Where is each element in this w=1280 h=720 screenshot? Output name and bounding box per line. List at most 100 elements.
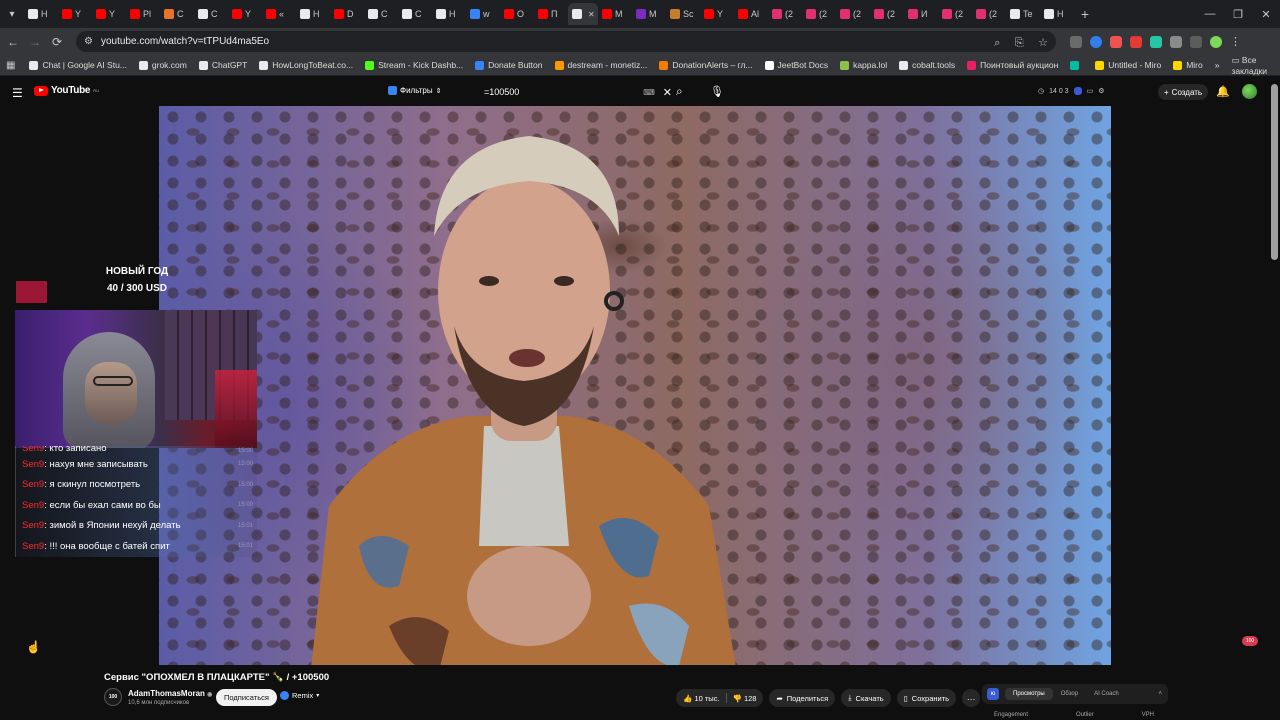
- account-avatar[interactable]: [1242, 84, 1257, 99]
- page-scrollbar[interactable]: [1271, 84, 1278, 260]
- close-tab-icon[interactable]: ✕: [588, 10, 595, 19]
- menu-hamburger-icon[interactable]: ☰: [12, 86, 23, 100]
- panel-tab-overview[interactable]: Обзор: [1053, 688, 1086, 700]
- new-tab-button[interactable]: +: [1074, 6, 1096, 22]
- bookmark-item[interactable]: DonationAlerts – гл...: [659, 60, 753, 70]
- browser-tab[interactable]: Al: [734, 3, 768, 25]
- sidebar-icon[interactable]: [1190, 35, 1202, 48]
- browser-tab[interactable]: (2: [768, 3, 802, 25]
- bookmark-item[interactable]: kappa.lol: [840, 60, 887, 70]
- bookmark-item[interactable]: Miro: [1173, 60, 1203, 70]
- channel-avatar[interactable]: 100: [104, 688, 122, 706]
- extension-icon[interactable]: [1090, 35, 1102, 48]
- close-window-button[interactable]: ✕: [1252, 8, 1280, 21]
- browser-tab[interactable]: H: [432, 3, 466, 25]
- browser-tab[interactable]: w: [466, 3, 500, 25]
- download-button[interactable]: ⤓ Скачать: [841, 689, 891, 707]
- bookmark-item[interactable]: Stream - Kick Dashb...: [365, 60, 463, 70]
- browser-tab[interactable]: C: [194, 3, 228, 25]
- bookmark-item[interactable]: grok.com: [138, 60, 187, 70]
- browser-tab[interactable]: M: [632, 3, 666, 25]
- browser-tab[interactable]: C: [398, 3, 432, 25]
- browser-tab[interactable]: H: [296, 3, 330, 25]
- browser-tab[interactable]: O: [500, 3, 534, 25]
- extension-icon[interactable]: [1110, 35, 1122, 48]
- extension-stats[interactable]: ◷ 14 0 3 ▭ ⚙: [1038, 87, 1104, 95]
- bookmark-item[interactable]: JeetBot Docs: [764, 60, 828, 70]
- extensions-puzzle-icon[interactable]: [1170, 35, 1182, 48]
- panel-tab-ai-coach[interactable]: AI Coach: [1086, 688, 1127, 700]
- extension-icon[interactable]: [1070, 35, 1082, 48]
- tab-search-icon[interactable]: ▾: [0, 3, 24, 25]
- browser-tab[interactable]: (2: [836, 3, 870, 25]
- bookmark-item[interactable]: [1070, 60, 1083, 70]
- url-text[interactable]: youtube.com/watch?v=tTPUd4ma5Eo: [101, 36, 976, 47]
- clear-search-icon[interactable]: ✕: [663, 86, 672, 99]
- video-player[interactable]: [159, 106, 1111, 665]
- bookmark-star-icon[interactable]: ☆: [1038, 37, 1048, 49]
- bookmark-item[interactable]: cobalt.tools: [899, 60, 955, 70]
- browser-tab[interactable]: M: [598, 3, 632, 25]
- subtab-outlier[interactable]: Outlier: [1076, 712, 1094, 718]
- browser-tab[interactable]: Pl: [126, 3, 160, 25]
- browser-tab[interactable]: H: [24, 3, 58, 25]
- browser-tab[interactable]: D: [330, 3, 364, 25]
- profile-avatar[interactable]: [1210, 35, 1222, 48]
- notifications-bell-icon[interactable]: 🔔: [1216, 85, 1230, 98]
- subtab-vph[interactable]: VPH: [1142, 712, 1154, 718]
- filters-button[interactable]: Фильтры ⇕: [388, 86, 442, 95]
- browser-tab[interactable]: Y: [228, 3, 262, 25]
- cast-icon[interactable]: ▭: [1087, 87, 1094, 95]
- browser-tab[interactable]: (2: [870, 3, 904, 25]
- remix-button[interactable]: Remix ▾: [280, 691, 319, 700]
- search-icon[interactable]: ⌕: [676, 84, 683, 99]
- browser-tab[interactable]: Y: [58, 3, 92, 25]
- forward-button[interactable]: →: [24, 35, 46, 49]
- browser-tab[interactable]: «: [262, 3, 296, 25]
- zoom-icon[interactable]: ⌕: [994, 37, 1000, 49]
- reload-button[interactable]: ⟳: [46, 35, 68, 49]
- browser-tab[interactable]: Y: [700, 3, 734, 25]
- bookmark-item[interactable]: Chat | Google AI Stu...: [29, 60, 127, 70]
- bookmark-item[interactable]: destream - monetiz...: [554, 60, 647, 70]
- browser-tab[interactable]: C: [364, 3, 398, 25]
- keyboard-icon[interactable]: ⌨: [643, 88, 655, 97]
- more-actions-button[interactable]: …: [962, 689, 981, 707]
- bookmark-item[interactable]: Untitled - Miro: [1095, 60, 1161, 70]
- bookmark-item[interactable]: Поинтовый аукцион: [967, 60, 1058, 70]
- extension-icon[interactable]: [1150, 35, 1162, 48]
- bookmarks-overflow-button[interactable]: »: [1215, 60, 1220, 70]
- browser-tab[interactable]: Y: [92, 3, 126, 25]
- extension-icon[interactable]: [1130, 35, 1142, 48]
- minimize-button[interactable]: —: [1196, 8, 1224, 21]
- dislike-button[interactable]: 👎 128: [733, 694, 757, 703]
- browser-tab[interactable]: (2: [938, 3, 972, 25]
- all-bookmarks-button[interactable]: ▭ Все закладки: [1231, 55, 1272, 76]
- browser-tab[interactable]: Sc: [666, 3, 700, 25]
- install-icon[interactable]: ⎘: [1015, 37, 1024, 49]
- microphone-icon[interactable]: 🎙: [710, 85, 724, 98]
- apps-grid-icon[interactable]: ▦: [6, 60, 15, 71]
- site-info-icon[interactable]: ⚙: [84, 36, 93, 47]
- channel-name[interactable]: AdamThomasMoran ◉: [128, 689, 212, 698]
- collapse-chevron-icon[interactable]: ˄: [1158, 691, 1162, 697]
- browser-tab[interactable]: ✕: [568, 3, 598, 25]
- search-input[interactable]: =100500 ⌨ ✕: [484, 83, 672, 101]
- bookmark-item[interactable]: HowLongToBeat.co...: [259, 60, 353, 70]
- subtab-engagement[interactable]: Engagement: [994, 712, 1028, 718]
- browser-tab[interactable]: П: [534, 3, 568, 25]
- bookmark-item[interactable]: ChatGPT: [198, 60, 247, 70]
- share-button[interactable]: ➦ Поделиться: [769, 689, 836, 707]
- like-button[interactable]: 👍 10 тыс.: [683, 694, 720, 703]
- panel-tab-views[interactable]: Просмотры: [1005, 688, 1053, 700]
- youtube-logo[interactable]: YouTube RU: [34, 85, 99, 96]
- omnibox[interactable]: ⚙ youtube.com/watch?v=tTPUd4ma5Eo ⌕ ⎘ ☆: [76, 31, 1056, 52]
- bookmark-item[interactable]: Donate Button: [475, 60, 543, 70]
- browser-tab[interactable]: И: [904, 3, 938, 25]
- maximize-button[interactable]: ❐: [1224, 8, 1252, 21]
- create-button[interactable]: + Создать: [1158, 84, 1209, 100]
- browser-menu-icon[interactable]: ⋮: [1230, 35, 1241, 48]
- settings-icon[interactable]: ⚙: [1098, 87, 1104, 95]
- save-button[interactable]: ▯ Сохранить: [896, 689, 957, 707]
- browser-tab[interactable]: C: [160, 3, 194, 25]
